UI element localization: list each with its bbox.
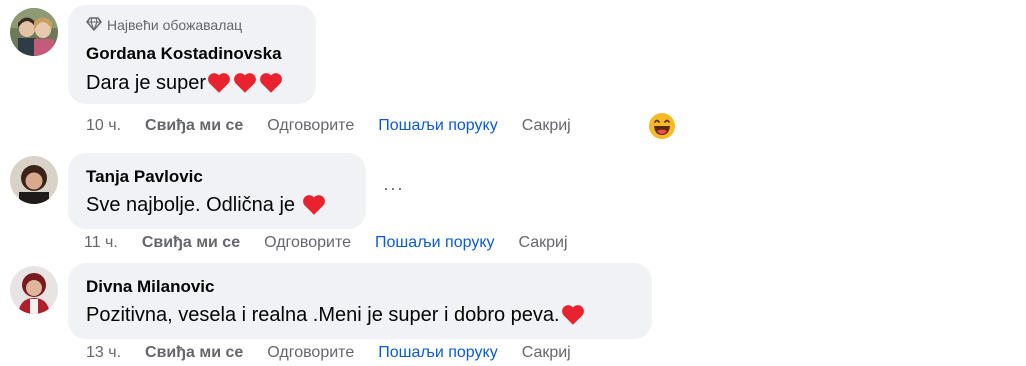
hide-button[interactable]: Сакриј [522,117,571,135]
avatar[interactable] [10,266,58,314]
badge-label: Највећи обожавалац [107,17,243,33]
reply-button[interactable]: Одговорите [267,344,354,362]
comment-author[interactable]: Divna Milanovic [86,276,634,298]
more-options-button[interactable]: ··· [383,178,404,199]
hide-button[interactable]: Сакриј [519,234,568,252]
hide-button[interactable]: Сакриј [522,344,571,362]
comment-actions: 13 ч. Свиђа ми се Одговорите Пошаљи пору… [86,344,595,362]
send-message-button[interactable]: Пошаљи поруку [375,234,494,252]
heart-emoji-icon [260,73,282,93]
avatar[interactable] [10,156,58,204]
comment-bubble: Divna Milanovic Pozitivna, vesela i real… [68,263,652,339]
like-button[interactable]: Свиђа ми се [145,344,243,362]
comment-author[interactable]: Gordana Kostadinovska [86,43,298,65]
comment-timestamp[interactable]: 13 ч. [86,344,121,362]
diamond-icon [86,16,102,34]
comment-list: Највећи обожавалац Gordana Kostadinovska… [0,0,1026,366]
comment-actions: 10 ч. Свиђа ми се Одговорите Пошаљи пору… [86,117,595,135]
heart-emoji-icon [208,73,230,93]
reply-button[interactable]: Одговорите [264,234,351,252]
grinning-face-icon[interactable] [648,112,676,140]
comment-text-body: Dara je super [86,72,207,94]
comment-author[interactable]: Tanja Pavlovic [86,166,348,188]
comment-text-body: Sve najbolje. Odlična je [86,194,296,216]
comment-bubble: Tanja Pavlovic Sve najbolje. Odlična je [68,153,366,229]
comment-timestamp[interactable]: 10 ч. [86,117,121,135]
avatar[interactable] [10,8,58,56]
comment-actions: 11 ч. Свиђа ми се Одговорите Пошаљи пору… [84,234,592,252]
heart-emoji-icon [303,195,325,215]
comment-text: Dara je super [86,69,298,97]
comment-text: Sve najbolje. Odlična je [86,191,348,219]
comment-timestamp[interactable]: 11 ч. [84,234,118,252]
top-fan-badge: Највећи обожавалац [86,15,298,35]
send-message-button[interactable]: Пошаљи поруку [378,117,497,135]
like-button[interactable]: Свиђа ми се [142,234,240,252]
like-button[interactable]: Свиђа ми се [145,117,243,135]
comment-bubble: Највећи обожавалац Gordana Kostadinovska… [68,5,316,104]
heart-emoji-icon [561,305,584,325]
comment-text: Pozitivna, vesela i realna .Meni je supe… [86,301,634,329]
heart-emoji-icon [234,73,256,93]
comment-text-body: Pozitivna, vesela i realna .Meni je supe… [86,304,560,326]
reply-button[interactable]: Одговорите [267,117,354,135]
send-message-button[interactable]: Пошаљи поруку [378,344,497,362]
